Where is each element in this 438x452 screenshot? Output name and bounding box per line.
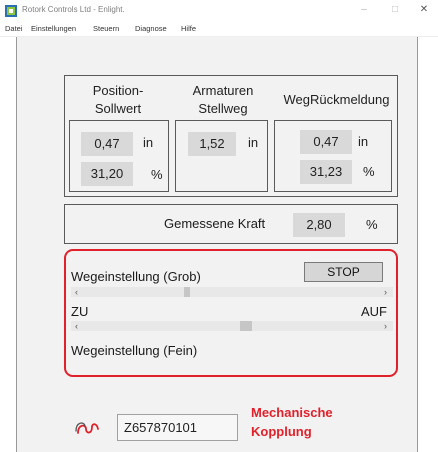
force-unit: %: [366, 217, 378, 232]
force-label: Gemessene Kraft: [164, 216, 266, 231]
coupling-icon: [75, 422, 99, 434]
close-button[interactable]: ✕: [415, 3, 433, 17]
coarse-adjust-slider[interactable]: [71, 287, 393, 297]
coarse-adjust-label: Wegeinstellung (Grob): [71, 269, 201, 284]
fine-adjust-label: Wegeinstellung (Fein): [71, 343, 198, 358]
setpoint-percent-unit: %: [151, 167, 163, 182]
coarse-slider-thumb[interactable]: [184, 287, 191, 297]
setpoint-in-field: 0,47: [81, 132, 133, 156]
travel-header-line2: Stellweg: [198, 101, 248, 116]
feedback-in-field: 0,47: [300, 130, 352, 154]
setpoint-header-line2: Sollwert: [94, 101, 142, 116]
coarse-scroll-right-icon[interactable]: ›: [384, 287, 387, 297]
stop-button[interactable]: STOP: [304, 262, 383, 282]
coupling-label-line2: Kopplung: [251, 424, 312, 439]
fine-scroll-right-icon[interactable]: ›: [384, 321, 387, 331]
travel-in-unit: in: [248, 135, 259, 150]
menu-item-steuern[interactable]: Steuern: [93, 23, 119, 35]
feedback-in-unit: in: [358, 134, 369, 149]
minimize-button[interactable]: –: [355, 3, 373, 17]
setpoint-in-unit: in: [143, 135, 154, 150]
mechanical-coupling-label: Mechanische Kopplung: [251, 403, 333, 441]
coupling-id-field: Z657870101: [117, 414, 238, 441]
setpoint-header-line1: Position-: [92, 83, 144, 98]
setpoint-percent-field: 31,20: [81, 162, 133, 186]
coarse-scroll-left-icon[interactable]: ‹: [75, 287, 78, 297]
force-value-field: 2,80: [293, 213, 345, 237]
maximize-button[interactable]: □: [386, 3, 404, 17]
feedback-percent-field: 31,23: [300, 160, 352, 184]
fine-scroll-left-icon[interactable]: ‹: [75, 321, 78, 331]
feedback-percent-unit: %: [363, 164, 375, 179]
fine-slider-thumb[interactable]: [239, 321, 252, 331]
app-logo-icon: [5, 5, 17, 17]
closed-end-label: ZU: [71, 304, 89, 319]
open-end-label: AUF: [361, 304, 387, 319]
feedback-header: WegRückmeldung: [283, 92, 390, 107]
menu-item-einstellungen[interactable]: Einstellungen: [31, 23, 76, 35]
travel-header-line1: Armaturen: [192, 83, 254, 98]
menu-item-datei[interactable]: Datei: [5, 23, 23, 35]
travel-in-field: 1,52: [188, 132, 236, 156]
window-title: Rotork Controls Ltd - Enlight.: [22, 5, 125, 14]
coupling-label-line1: Mechanische: [251, 405, 333, 420]
menu-item-hilfe[interactable]: Hilfe: [181, 23, 196, 35]
menu-item-diagnose[interactable]: Diagnose: [135, 23, 167, 35]
fine-adjust-slider[interactable]: [71, 321, 393, 331]
vertical-scrollbar[interactable]: [420, 37, 426, 452]
